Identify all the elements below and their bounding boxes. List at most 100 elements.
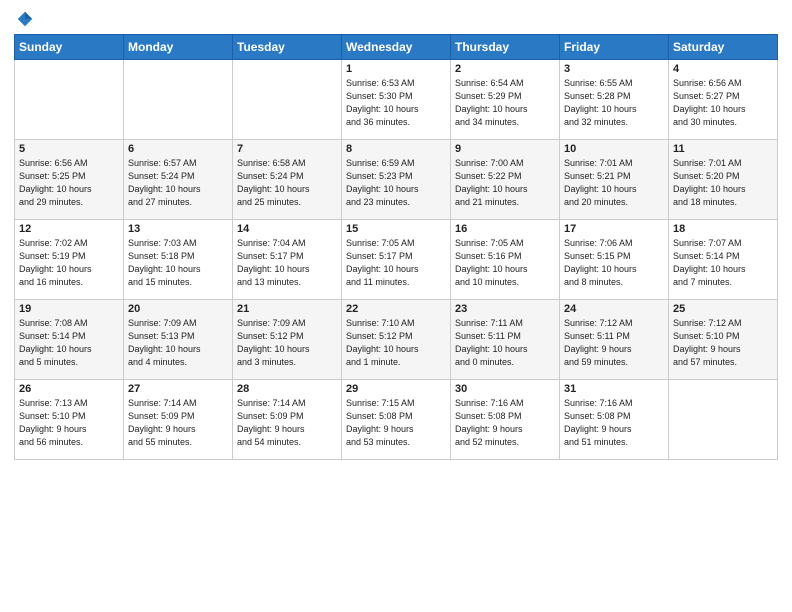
day-cell: 3 Sunrise: 6:55 AM Sunset: 5:28 PM Daylig… bbox=[560, 60, 669, 140]
day-number: 2 bbox=[455, 63, 555, 75]
day-cell: 17Sunrise: 7:06 AM Sunset: 5:15 PM Dayli… bbox=[560, 220, 669, 300]
day-info: Sunrise: 7:03 AM Sunset: 5:18 PM Dayligh… bbox=[128, 237, 228, 289]
day-number: 8 bbox=[346, 143, 446, 155]
day-cell: 1 Sunrise: 6:53 AM Sunset: 5:30 PM Daylig… bbox=[342, 60, 451, 140]
day-cell: 30Sunrise: 7:16 AM Sunset: 5:08 PM Dayli… bbox=[451, 380, 560, 460]
day-cell: 7Sunrise: 6:58 AM Sunset: 5:24 PM Daylig… bbox=[233, 140, 342, 220]
day-cell: 26 Sunrise: 7:13 AM Sunset: 5:10 PM Dayli… bbox=[15, 380, 124, 460]
calendar-table: SundayMondayTuesdayWednesdayThursdayFrid… bbox=[14, 34, 778, 460]
day-info: Sunrise: 6:55 AM Sunset: 5:28 PM Dayligh… bbox=[564, 77, 664, 129]
day-info: Sunrise: 7:08 AM Sunset: 5:14 PM Dayligh… bbox=[19, 317, 119, 369]
day-number: 29 bbox=[346, 383, 446, 395]
weekday-header-thursday: Thursday bbox=[451, 35, 560, 60]
day-cell: 21 Sunrise: 7:09 AM Sunset: 5:12 PM Dayli… bbox=[233, 300, 342, 380]
day-info: Sunrise: 7:14 AM Sunset: 5:09 PM Dayligh… bbox=[237, 397, 337, 449]
day-cell: 5Sunrise: 6:56 AM Sunset: 5:25 PM Daylig… bbox=[15, 140, 124, 220]
day-info: Sunrise: 6:56 AM Sunset: 5:27 PM Dayligh… bbox=[673, 77, 773, 129]
day-info: Sunrise: 7:14 AM Sunset: 5:09 PM Dayligh… bbox=[128, 397, 228, 449]
day-number: 15 bbox=[346, 223, 446, 235]
day-info: Sunrise: 6:59 AM Sunset: 5:23 PM Dayligh… bbox=[346, 157, 446, 209]
day-cell: 25Sunrise: 7:12 AM Sunset: 5:10 PM Dayli… bbox=[669, 300, 778, 380]
day-cell: 14 Sunrise: 7:04 AM Sunset: 5:17 PM Dayli… bbox=[233, 220, 342, 300]
logo bbox=[14, 10, 34, 28]
day-cell: 18 Sunrise: 7:07 AM Sunset: 5:14 PM Dayli… bbox=[669, 220, 778, 300]
day-info: Sunrise: 7:11 AM Sunset: 5:11 PM Dayligh… bbox=[455, 317, 555, 369]
day-cell: 28 Sunrise: 7:14 AM Sunset: 5:09 PM Dayli… bbox=[233, 380, 342, 460]
day-cell: 31 Sunrise: 7:16 AM Sunset: 5:08 PM Dayli… bbox=[560, 380, 669, 460]
day-cell: 20 Sunrise: 7:09 AM Sunset: 5:13 PM Dayli… bbox=[124, 300, 233, 380]
day-cell: 13 Sunrise: 7:03 AM Sunset: 5:18 PM Dayli… bbox=[124, 220, 233, 300]
day-cell: 15 Sunrise: 7:05 AM Sunset: 5:17 PM Dayli… bbox=[342, 220, 451, 300]
day-number: 10 bbox=[564, 143, 664, 155]
day-number: 11 bbox=[673, 143, 773, 155]
day-info: Sunrise: 7:07 AM Sunset: 5:14 PM Dayligh… bbox=[673, 237, 773, 289]
day-cell bbox=[124, 60, 233, 140]
day-number: 3 bbox=[564, 63, 664, 75]
weekday-header-friday: Friday bbox=[560, 35, 669, 60]
week-row-3: 12Sunrise: 7:02 AM Sunset: 5:19 PM Dayli… bbox=[15, 220, 778, 300]
day-number: 30 bbox=[455, 383, 555, 395]
day-number: 13 bbox=[128, 223, 228, 235]
day-number: 17 bbox=[564, 223, 664, 235]
day-number: 19 bbox=[19, 303, 119, 315]
day-cell bbox=[669, 380, 778, 460]
header bbox=[14, 10, 778, 28]
day-cell: 22 Sunrise: 7:10 AM Sunset: 5:12 PM Dayli… bbox=[342, 300, 451, 380]
day-info: Sunrise: 7:13 AM Sunset: 5:10 PM Dayligh… bbox=[19, 397, 119, 449]
day-cell: 9Sunrise: 7:00 AM Sunset: 5:22 PM Daylig… bbox=[451, 140, 560, 220]
weekday-header-monday: Monday bbox=[124, 35, 233, 60]
day-info: Sunrise: 7:10 AM Sunset: 5:12 PM Dayligh… bbox=[346, 317, 446, 369]
day-info: Sunrise: 7:00 AM Sunset: 5:22 PM Dayligh… bbox=[455, 157, 555, 209]
day-cell: 12Sunrise: 7:02 AM Sunset: 5:19 PM Dayli… bbox=[15, 220, 124, 300]
day-info: Sunrise: 6:56 AM Sunset: 5:25 PM Dayligh… bbox=[19, 157, 119, 209]
day-number: 20 bbox=[128, 303, 228, 315]
day-number: 18 bbox=[673, 223, 773, 235]
week-row-4: 19 Sunrise: 7:08 AM Sunset: 5:14 PM Dayli… bbox=[15, 300, 778, 380]
day-info: Sunrise: 7:04 AM Sunset: 5:17 PM Dayligh… bbox=[237, 237, 337, 289]
week-row-5: 26 Sunrise: 7:13 AM Sunset: 5:10 PM Dayli… bbox=[15, 380, 778, 460]
week-row-2: 5Sunrise: 6:56 AM Sunset: 5:25 PM Daylig… bbox=[15, 140, 778, 220]
day-number: 28 bbox=[237, 383, 337, 395]
day-info: Sunrise: 7:09 AM Sunset: 5:12 PM Dayligh… bbox=[237, 317, 337, 369]
weekday-header-saturday: Saturday bbox=[669, 35, 778, 60]
day-cell: 11 Sunrise: 7:01 AM Sunset: 5:20 PM Dayli… bbox=[669, 140, 778, 220]
day-cell: 4 Sunrise: 6:56 AM Sunset: 5:27 PM Daylig… bbox=[669, 60, 778, 140]
day-info: Sunrise: 7:05 AM Sunset: 5:17 PM Dayligh… bbox=[346, 237, 446, 289]
day-info: Sunrise: 7:15 AM Sunset: 5:08 PM Dayligh… bbox=[346, 397, 446, 449]
week-row-1: 1 Sunrise: 6:53 AM Sunset: 5:30 PM Daylig… bbox=[15, 60, 778, 140]
day-number: 21 bbox=[237, 303, 337, 315]
day-cell: 24 Sunrise: 7:12 AM Sunset: 5:11 PM Dayli… bbox=[560, 300, 669, 380]
day-info: Sunrise: 6:53 AM Sunset: 5:30 PM Dayligh… bbox=[346, 77, 446, 129]
weekday-header-tuesday: Tuesday bbox=[233, 35, 342, 60]
day-cell: 10Sunrise: 7:01 AM Sunset: 5:21 PM Dayli… bbox=[560, 140, 669, 220]
day-number: 24 bbox=[564, 303, 664, 315]
day-number: 27 bbox=[128, 383, 228, 395]
day-number: 7 bbox=[237, 143, 337, 155]
day-number: 12 bbox=[19, 223, 119, 235]
weekday-header-wednesday: Wednesday bbox=[342, 35, 451, 60]
day-number: 26 bbox=[19, 383, 119, 395]
calendar-page: SundayMondayTuesdayWednesdayThursdayFrid… bbox=[0, 0, 792, 612]
day-cell: 23 Sunrise: 7:11 AM Sunset: 5:11 PM Dayli… bbox=[451, 300, 560, 380]
day-number: 6 bbox=[128, 143, 228, 155]
logo-icon bbox=[16, 10, 34, 28]
day-cell: 16Sunrise: 7:05 AM Sunset: 5:16 PM Dayli… bbox=[451, 220, 560, 300]
day-info: Sunrise: 7:12 AM Sunset: 5:11 PM Dayligh… bbox=[564, 317, 664, 369]
day-cell: 19 Sunrise: 7:08 AM Sunset: 5:14 PM Dayli… bbox=[15, 300, 124, 380]
day-number: 14 bbox=[237, 223, 337, 235]
day-cell: 6Sunrise: 6:57 AM Sunset: 5:24 PM Daylig… bbox=[124, 140, 233, 220]
day-cell bbox=[233, 60, 342, 140]
day-cell: 8 Sunrise: 6:59 AM Sunset: 5:23 PM Daylig… bbox=[342, 140, 451, 220]
day-info: Sunrise: 7:01 AM Sunset: 5:20 PM Dayligh… bbox=[673, 157, 773, 209]
day-number: 1 bbox=[346, 63, 446, 75]
day-number: 22 bbox=[346, 303, 446, 315]
day-number: 31 bbox=[564, 383, 664, 395]
day-cell bbox=[15, 60, 124, 140]
day-number: 4 bbox=[673, 63, 773, 75]
day-number: 25 bbox=[673, 303, 773, 315]
day-info: Sunrise: 7:09 AM Sunset: 5:13 PM Dayligh… bbox=[128, 317, 228, 369]
day-cell: 27 Sunrise: 7:14 AM Sunset: 5:09 PM Dayli… bbox=[124, 380, 233, 460]
day-info: Sunrise: 7:16 AM Sunset: 5:08 PM Dayligh… bbox=[564, 397, 664, 449]
day-number: 23 bbox=[455, 303, 555, 315]
day-cell: 29 Sunrise: 7:15 AM Sunset: 5:08 PM Dayli… bbox=[342, 380, 451, 460]
